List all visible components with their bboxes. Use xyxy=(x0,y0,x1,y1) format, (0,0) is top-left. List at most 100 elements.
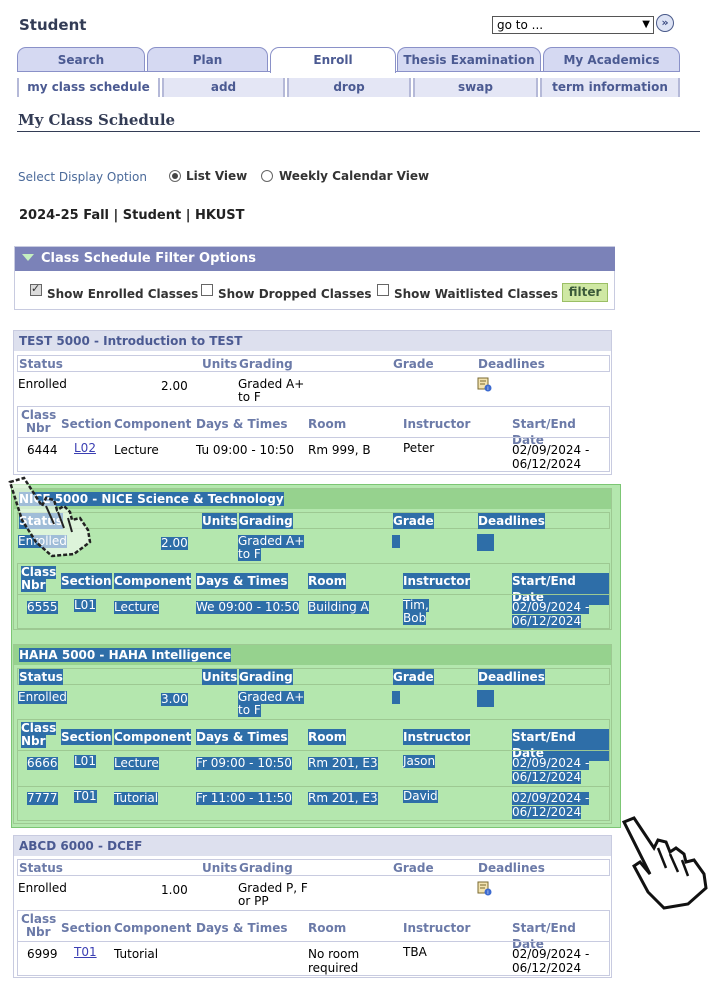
filter-options-title: Class Schedule Filter Options xyxy=(41,251,256,266)
header-room: Room xyxy=(308,921,347,935)
deadline-calendar-icon[interactable]: i xyxy=(477,377,492,392)
subtab-my-class-schedule[interactable]: my class schedule xyxy=(17,78,160,97)
grading-value-cont: to F xyxy=(238,390,261,404)
show-dropped-checkbox[interactable] xyxy=(201,284,213,296)
header-section: Section xyxy=(61,573,112,589)
course-section: NICE 5000 - NICE Science & Technology St… xyxy=(13,488,612,630)
header-instructor: Instructor xyxy=(403,573,471,589)
deadline-calendar-icon[interactable] xyxy=(477,534,494,551)
header-deadlines: Deadlines xyxy=(478,669,545,685)
weekly-calendar-view-label[interactable]: Weekly Calendar View xyxy=(279,169,429,183)
course-title-text: HAHA 5000 - HAHA Intelligence xyxy=(19,648,232,662)
course-title: TEST 5000 - Introduction to TEST xyxy=(14,331,611,351)
header-section: Section xyxy=(61,417,112,431)
class-nbr: 6444 xyxy=(27,443,58,457)
course-title: HAHA 5000 - HAHA Intelligence xyxy=(14,645,611,665)
start-date-value: 02/09/2024 - xyxy=(512,443,590,457)
show-dropped-label[interactable]: Show Dropped Classes xyxy=(218,287,372,301)
header-component: Component xyxy=(114,729,192,745)
weekly-calendar-view-radio[interactable] xyxy=(261,170,273,182)
section-link[interactable]: L02 xyxy=(74,442,96,455)
tab-thesis-examination[interactable]: Thesis Examination xyxy=(397,47,541,71)
header-class-nbr-cont: Nbr xyxy=(21,734,46,748)
subtab-swap[interactable]: swap xyxy=(413,78,538,97)
subtab-term-information[interactable]: term information xyxy=(540,78,680,97)
chevron-down-icon: ▼ xyxy=(642,19,650,30)
term-info: 2024-25 Fall | Student | HKUST xyxy=(19,208,245,223)
header-units: Units xyxy=(202,861,238,875)
tab-enroll[interactable]: Enroll xyxy=(270,47,396,73)
tab-plan[interactable]: Plan xyxy=(147,47,268,71)
section-link[interactable]: T01 xyxy=(74,946,97,959)
component-value: Lecture xyxy=(114,756,159,770)
header-class-nbr-cont: Nbr xyxy=(26,925,51,939)
header-component: Component xyxy=(114,921,192,935)
status-value: Enrolled xyxy=(18,690,67,704)
list-view-radio[interactable] xyxy=(169,170,181,182)
title-divider xyxy=(17,131,700,132)
subtab-drop[interactable]: drop xyxy=(287,78,411,97)
collapse-triangle-icon[interactable] xyxy=(22,254,34,261)
class-table: Class Nbr Section Component Days & Times… xyxy=(17,563,610,629)
subtab-label: term information xyxy=(552,80,668,94)
days-times-value: Tu 09:00 - 10:50 xyxy=(196,443,295,457)
show-waitlisted-label[interactable]: Show Waitlisted Classes xyxy=(394,287,558,301)
show-enrolled-checkbox[interactable] xyxy=(30,282,42,296)
end-date-value: 06/12/2024 xyxy=(512,770,582,784)
header-instructor: Instructor xyxy=(403,729,471,745)
status-value: Enrolled xyxy=(18,377,67,391)
header-class-nbr-cont: Nbr xyxy=(26,421,51,435)
header-status: Status xyxy=(19,861,63,875)
svg-text:i: i xyxy=(487,890,488,896)
course-title: NICE 5000 - NICE Science & Technology xyxy=(14,489,611,509)
instructor-value: Jason xyxy=(403,754,436,768)
tab-search[interactable]: Search xyxy=(17,47,145,71)
header-status: Status xyxy=(19,357,63,371)
instructor-value: David xyxy=(403,789,438,803)
header-days-times: Days & Times xyxy=(196,417,288,431)
list-view-label[interactable]: List View xyxy=(186,169,247,183)
start-date-value: 02/09/2024 - xyxy=(512,947,590,961)
header-days-times: Days & Times xyxy=(196,729,288,745)
room-value: Rm 999, B xyxy=(308,443,371,457)
header-instructor: Instructor xyxy=(403,921,471,935)
units-value: 3.00 xyxy=(161,692,188,706)
instructor-value: TBA xyxy=(403,945,427,959)
status-value: Enrolled xyxy=(18,881,67,895)
section-link[interactable]: T01 xyxy=(74,790,97,803)
subtab-add[interactable]: add xyxy=(162,78,285,97)
course-title: ABCD 6000 - DCEF xyxy=(14,836,611,856)
class-nbr: 6555 xyxy=(27,600,58,614)
tab-label: Thesis Examination xyxy=(403,53,535,67)
instructor-value: Peter xyxy=(403,441,435,455)
filter-options-header[interactable]: Class Schedule Filter Options xyxy=(15,247,615,271)
header-section: Section xyxy=(61,921,112,935)
room-value: Rm 201, E3 xyxy=(308,791,378,805)
header-room: Room xyxy=(308,417,347,431)
enrollment-header-row: Status Units Grading Grade Deadlines xyxy=(17,512,610,529)
header-room: Room xyxy=(308,729,347,745)
goto-button[interactable]: » xyxy=(656,14,674,32)
section-link[interactable]: L01 xyxy=(74,755,96,768)
show-enrolled-label[interactable]: Show Enrolled Classes xyxy=(47,287,198,301)
header-component: Component xyxy=(114,417,192,431)
grading-value-cont: to F xyxy=(238,703,261,717)
component-value: Lecture xyxy=(114,443,159,457)
svg-text:i: i xyxy=(487,386,488,392)
grade-value xyxy=(392,535,400,548)
days-times-value: We 09:00 - 10:50 xyxy=(196,600,300,614)
course-section: ABCD 6000 - DCEF Status Units Grading Gr… xyxy=(13,835,612,978)
filter-button[interactable]: filter xyxy=(562,283,608,302)
tab-my-academics[interactable]: My Academics xyxy=(543,47,680,71)
enrollment-header-row: Status Units Grading Grade Deadlines xyxy=(17,859,610,876)
instructor-value-cont: Bob xyxy=(403,611,427,625)
section-link[interactable]: L01 xyxy=(74,599,96,612)
deadline-calendar-icon[interactable]: i xyxy=(477,881,492,896)
goto-select[interactable]: go to ... ▼ xyxy=(492,16,654,34)
show-waitlisted-checkbox[interactable] xyxy=(377,284,389,296)
deadline-calendar-icon[interactable] xyxy=(477,690,494,707)
header-grade: Grade xyxy=(393,513,434,529)
course-section: HAHA 5000 - HAHA Intelligence Status Uni… xyxy=(13,644,612,824)
header-grading: Grading xyxy=(239,861,293,875)
header-units: Units xyxy=(202,669,238,685)
